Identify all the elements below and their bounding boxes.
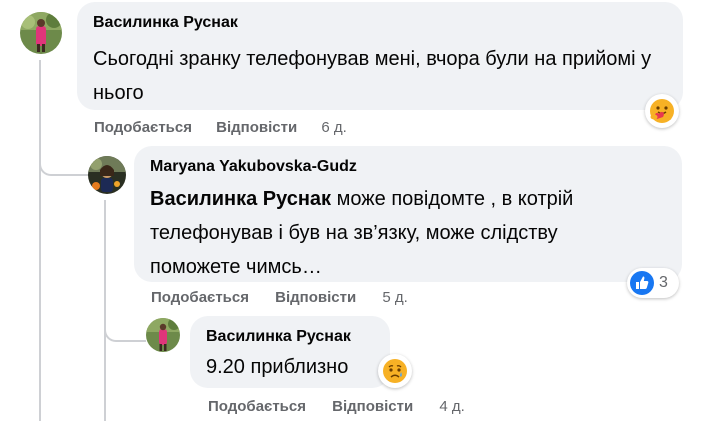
reaction-badge[interactable] xyxy=(378,354,412,388)
mention-link[interactable]: Василинка Руснак xyxy=(150,188,331,210)
comment-author[interactable]: Василинка Руснак xyxy=(93,14,238,32)
comment-actions: Подобається Відповісти 4 д. xyxy=(208,398,465,415)
comment-time[interactable]: 4 д. xyxy=(439,398,464,415)
comment-text: Василинка Руснак може повідомте , в котр… xyxy=(150,182,630,284)
comment-time[interactable]: 5 д. xyxy=(382,289,407,306)
care-reaction-icon xyxy=(650,99,674,123)
avatar[interactable] xyxy=(146,318,180,352)
comment-author[interactable]: Василинка Руснак xyxy=(206,328,351,346)
reply-button[interactable]: Відповісти xyxy=(216,119,297,136)
comment-bubble: Maryana Yakubovska-Gudz Василинка Руснак… xyxy=(134,146,682,282)
like-reaction-icon xyxy=(630,271,654,295)
like-button[interactable]: Подобається xyxy=(94,119,192,136)
thread-line-main xyxy=(39,60,41,421)
thread-connector-reply-2 xyxy=(104,310,146,342)
comment-text: Сьогодні зранку телефонував мені, вчора … xyxy=(93,48,652,104)
reaction-badge[interactable]: 3 xyxy=(627,268,679,298)
comment-time[interactable]: 6 д. xyxy=(321,119,346,136)
reaction-badge[interactable] xyxy=(645,94,679,128)
sad-reaction-icon xyxy=(383,359,407,383)
comment-bubble: Василинка Руснак 9.20 приблизно xyxy=(190,316,390,388)
comment-actions: Подобається Відповісти 5 д. xyxy=(151,289,408,306)
reaction-count: 3 xyxy=(659,274,668,291)
like-button[interactable]: Подобається xyxy=(208,398,306,415)
avatar[interactable] xyxy=(88,156,126,194)
reply-button[interactable]: Відповісти xyxy=(332,398,413,415)
like-button[interactable]: Подобається xyxy=(151,289,249,306)
comment-text: 9.20 приблизно xyxy=(206,356,349,378)
comment-actions: Подобається Відповісти 6 д. xyxy=(94,119,347,136)
reply-button[interactable]: Відповісти xyxy=(275,289,356,306)
comment-author[interactable]: Maryana Yakubovska-Gudz xyxy=(150,158,357,176)
avatar[interactable] xyxy=(20,12,62,54)
comment-bubble: Василинка Руснак Сьогодні зранку телефон… xyxy=(77,2,683,110)
